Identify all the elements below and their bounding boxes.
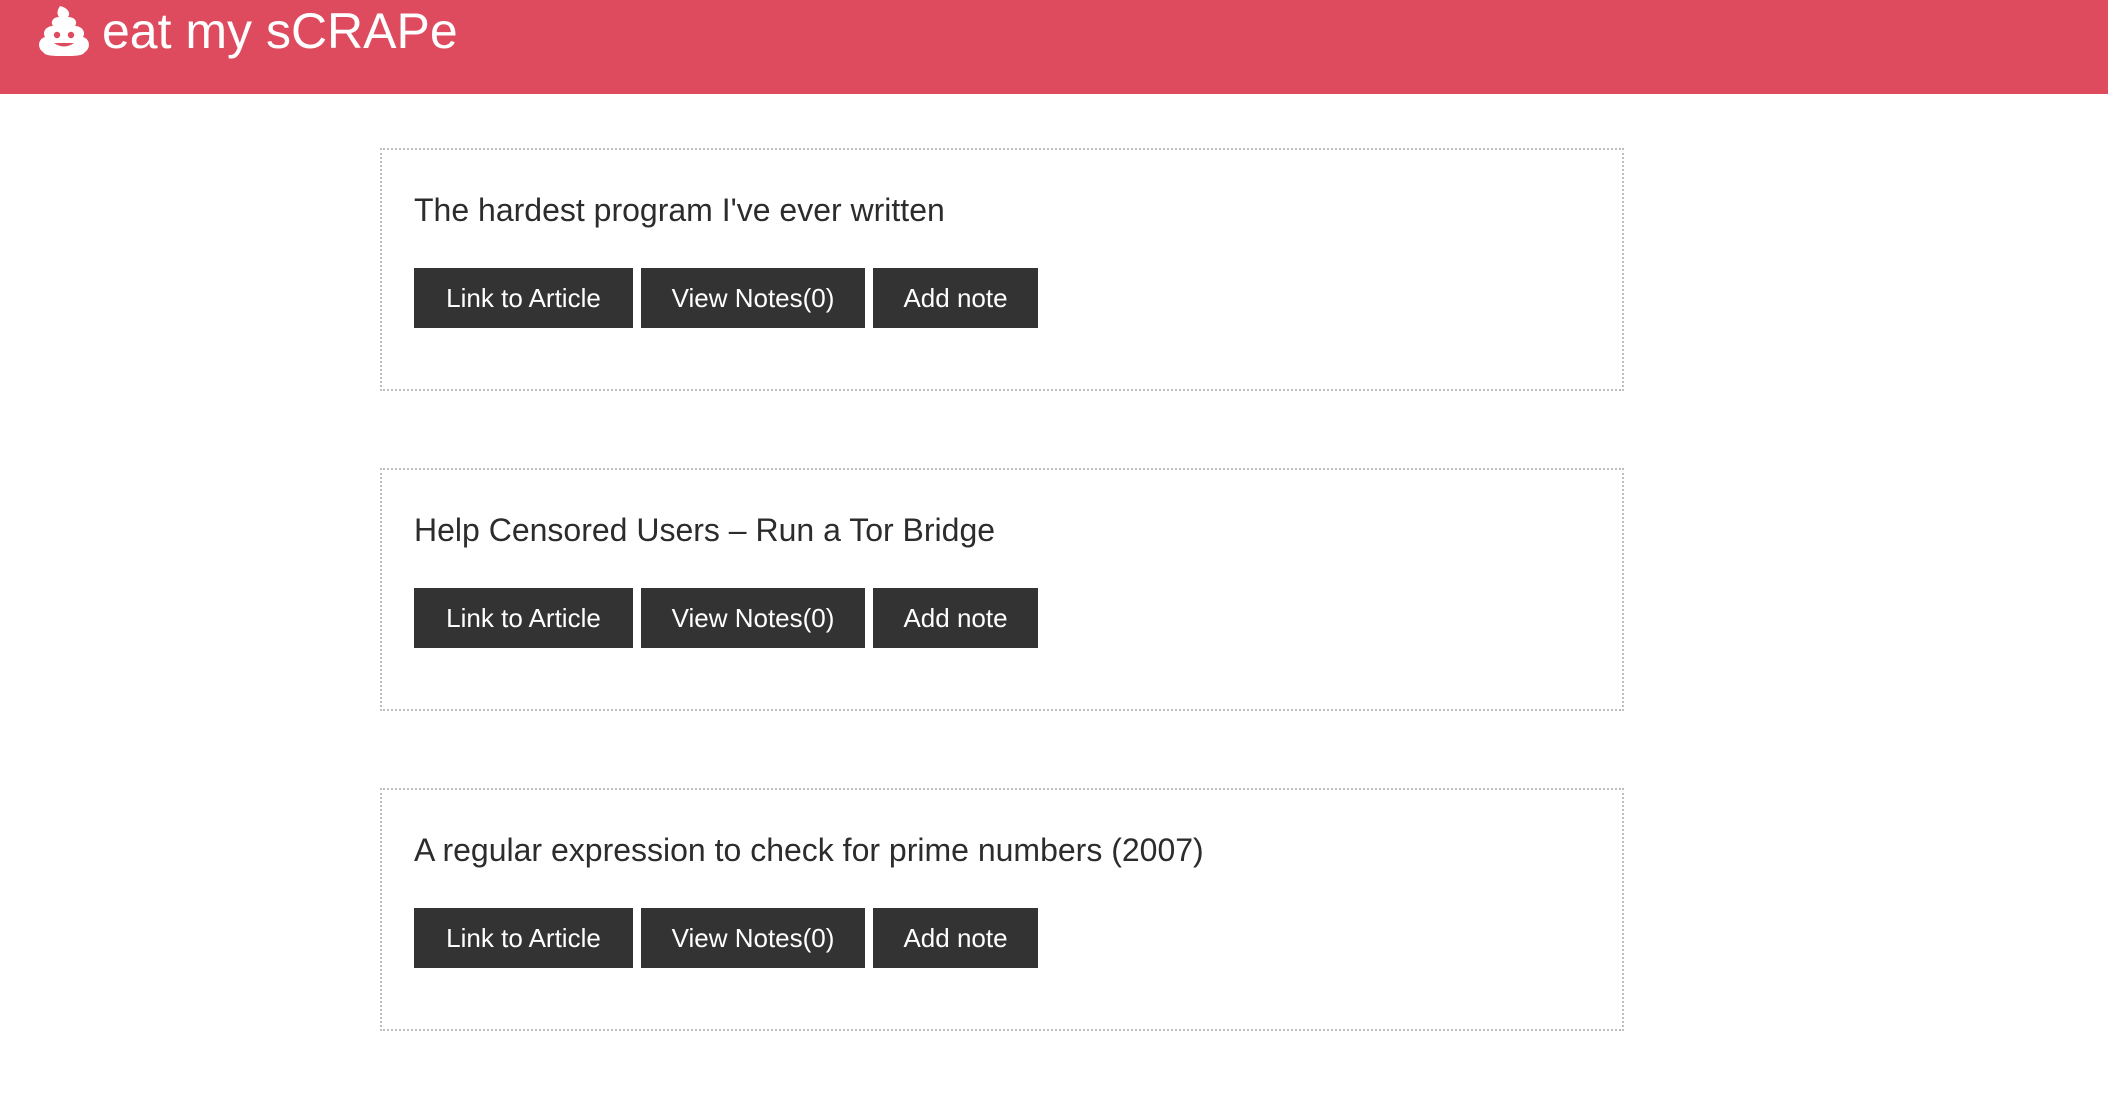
article-title: A regular expression to check for prime …: [414, 832, 1204, 868]
article-actions: Link to Article View Notes(0) Add note: [414, 588, 1622, 648]
article-title: Help Censored Users – Run a Tor Bridge: [414, 512, 996, 548]
poop-icon: [38, 4, 90, 58]
brand-title: eat my sCRAPe: [102, 3, 458, 59]
view-notes-button[interactable]: View Notes(0): [641, 268, 865, 328]
article-card: A regular expression to check for prime …: [380, 788, 1624, 1031]
link-to-article-button[interactable]: Link to Article: [414, 908, 633, 968]
navbar: eat my sCRAPe: [0, 0, 2108, 94]
add-note-button[interactable]: Add note: [873, 588, 1038, 648]
view-notes-button[interactable]: View Notes(0): [641, 588, 865, 648]
article-card: The hardest program I've ever written Li…: [380, 148, 1624, 391]
add-note-button[interactable]: Add note: [873, 908, 1038, 968]
article-list: The hardest program I've ever written Li…: [380, 148, 1624, 1108]
article-actions: Link to Article View Notes(0) Add note: [414, 908, 1622, 968]
article-actions: Link to Article View Notes(0) Add note: [414, 268, 1622, 328]
view-notes-button[interactable]: View Notes(0): [641, 908, 865, 968]
link-to-article-button[interactable]: Link to Article: [414, 268, 633, 328]
article-card: Help Censored Users – Run a Tor Bridge L…: [380, 468, 1624, 711]
article-title: The hardest program I've ever written: [414, 192, 945, 228]
add-note-button[interactable]: Add note: [873, 268, 1038, 328]
link-to-article-button[interactable]: Link to Article: [414, 588, 633, 648]
brand-link[interactable]: eat my sCRAPe: [38, 2, 458, 60]
